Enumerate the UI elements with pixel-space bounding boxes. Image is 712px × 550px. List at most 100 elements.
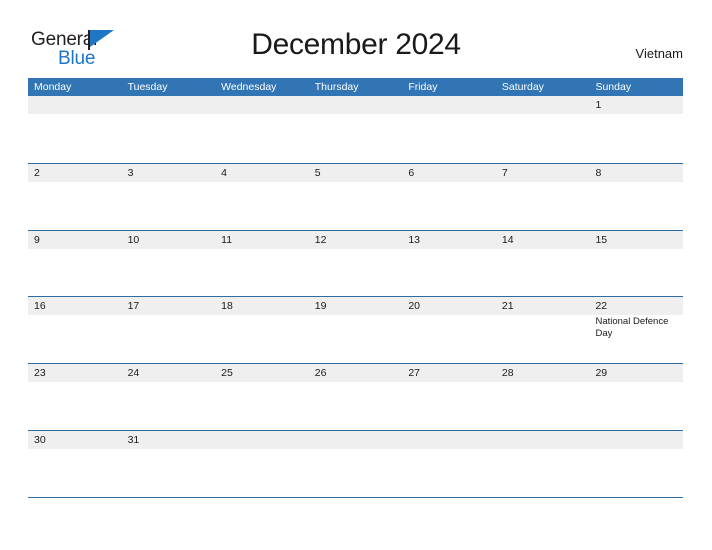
page-header: General Blue December 2024 Vietnam	[0, 0, 712, 78]
calendar-day-cell[interactable]: 20	[402, 297, 496, 363]
day-number: 30	[34, 433, 46, 446]
day-number: 4	[221, 166, 227, 179]
calendar-empty-cell	[496, 96, 590, 163]
day-number: 29	[595, 367, 608, 380]
day-number: 13	[408, 233, 420, 246]
calendar-day-cell[interactable]: 9	[28, 231, 122, 297]
calendar-day-cell[interactable]: 2	[28, 164, 122, 230]
calendar-day-cell[interactable]: 28	[496, 364, 590, 430]
calendar-week-row: 16 17 18 19 20 21 22 National Defence Day	[28, 296, 683, 363]
calendar-day-cell[interactable]: 11	[215, 231, 309, 297]
day-number: 22	[595, 300, 608, 313]
calendar-empty-cell	[215, 96, 309, 163]
day-number: 12	[314, 233, 327, 246]
country-label: Vietnam	[635, 46, 683, 61]
weekday-header-thursday: Thursday	[314, 81, 359, 93]
weekday-header-row: Monday Tuesday Wednesday Thursday Friday…	[28, 78, 683, 96]
calendar-day-cell[interactable]: 1	[589, 96, 683, 163]
calendar-empty-cell	[28, 96, 122, 163]
week-cells: 9 10 11 12 13 14 15	[28, 231, 683, 297]
day-number: 15	[595, 233, 608, 246]
day-number: 16	[34, 300, 46, 313]
calendar-empty-cell	[402, 431, 496, 497]
calendar-day-cell[interactable]: 19	[309, 297, 403, 363]
day-number: 20	[408, 300, 420, 313]
day-number: 28	[501, 367, 514, 380]
weekday-header-sunday: Sunday	[595, 81, 632, 93]
calendar-day-cell[interactable]: 12	[309, 231, 403, 297]
calendar-day-cell[interactable]: 31	[122, 431, 216, 497]
week-cells: 23 24 25 26 27 28 29	[28, 364, 683, 430]
calendar-day-cell[interactable]: 4	[215, 164, 309, 230]
page-title: December 2024	[251, 28, 461, 61]
day-number: 1	[595, 99, 602, 111]
calendar-page: General Blue December 2024 Vietnam Monda…	[0, 0, 712, 550]
holiday-label: National Defence Day	[595, 316, 669, 339]
weekday-header-wednesday: Wednesday	[221, 81, 277, 93]
calendar-week-row: 23 24 25 26 27 28 29	[28, 363, 683, 430]
calendar-day-cell[interactable]: 30	[28, 431, 122, 497]
calendar-day-cell[interactable]: 13	[402, 231, 496, 297]
calendar-empty-cell	[122, 96, 216, 163]
calendar-day-cell[interactable]: 27	[402, 364, 496, 430]
day-number: 11	[221, 233, 233, 246]
weekday-header-monday: Monday	[34, 81, 72, 93]
weekday-header-tuesday: Tuesday	[127, 81, 168, 93]
calendar-empty-cell	[309, 96, 403, 163]
day-number: 26	[314, 367, 327, 380]
calendar-empty-cell	[309, 431, 403, 497]
calendar-day-cell[interactable]: 26	[309, 364, 403, 430]
calendar-day-cell[interactable]: 5	[309, 164, 403, 230]
calendar-empty-cell	[215, 431, 309, 497]
calendar-day-cell[interactable]: 3	[122, 164, 216, 230]
calendar-week-row: 30 31	[28, 429, 683, 497]
weekday-header-friday: Friday	[408, 81, 438, 93]
grid-bottom-rule	[28, 496, 683, 498]
calendar-grid: Monday Tuesday Wednesday Thursday Friday…	[28, 78, 683, 498]
calendar-day-cell[interactable]: 16	[28, 297, 122, 363]
calendar-weeks: 1 2 3 4 5 6 7 8 9 10 11 12 13 14 15 16 17 18 19 20 21 22 Natio…	[28, 96, 683, 497]
calendar-day-cell[interactable]: 22 National Defence Day	[589, 297, 683, 363]
day-number: 18	[221, 300, 233, 313]
weekday-header-saturday: Saturday	[501, 81, 544, 93]
week-cells: 2 3 4 5 6 7 8	[28, 164, 683, 230]
calendar-empty-cell	[589, 431, 683, 497]
calendar-empty-cell	[496, 431, 590, 497]
calendar-day-cell[interactable]: 17	[122, 297, 216, 363]
calendar-day-cell[interactable]: 18	[215, 297, 309, 363]
calendar-day-cell[interactable]: 23	[28, 364, 122, 430]
day-number: 10	[127, 233, 140, 246]
calendar-week-row: 2 3 4 5 6 7 8	[28, 162, 683, 230]
day-number: 19	[314, 300, 327, 313]
day-number: 17	[127, 300, 140, 313]
week-cells: 16 17 18 19 20 21 22 National Defence Day	[28, 297, 683, 363]
day-number: 7	[501, 166, 508, 179]
calendar-day-cell[interactable]: 6	[402, 164, 496, 230]
calendar-day-cell[interactable]: 24	[122, 364, 216, 430]
day-number: 25	[221, 367, 233, 380]
day-number: 23	[34, 367, 46, 380]
calendar-empty-cell	[402, 96, 496, 163]
day-number: 31	[127, 433, 140, 446]
calendar-day-cell[interactable]: 29	[589, 364, 683, 430]
week-cells: 1	[28, 96, 683, 163]
calendar-week-row: 1	[28, 96, 683, 163]
day-number: 21	[501, 300, 514, 313]
calendar-day-cell[interactable]: 21	[496, 297, 590, 363]
calendar-day-cell[interactable]: 15	[589, 231, 683, 297]
day-number: 9	[34, 233, 40, 246]
week-cells: 30 31	[28, 431, 683, 497]
calendar-week-row: 9 10 11 12 13 14 15	[28, 229, 683, 297]
calendar-day-cell[interactable]: 8	[589, 164, 683, 230]
day-number: 5	[314, 166, 321, 179]
calendar-day-cell[interactable]: 14	[496, 231, 590, 297]
day-number: 6	[408, 166, 415, 179]
day-number: 2	[34, 166, 40, 179]
day-number: 8	[595, 166, 602, 179]
day-number: 24	[127, 367, 140, 380]
calendar-day-cell[interactable]: 10	[122, 231, 216, 297]
calendar-day-cell[interactable]: 25	[215, 364, 309, 430]
calendar-day-cell[interactable]: 7	[496, 164, 590, 230]
day-number: 14	[501, 233, 514, 246]
day-number: 3	[127, 166, 134, 179]
